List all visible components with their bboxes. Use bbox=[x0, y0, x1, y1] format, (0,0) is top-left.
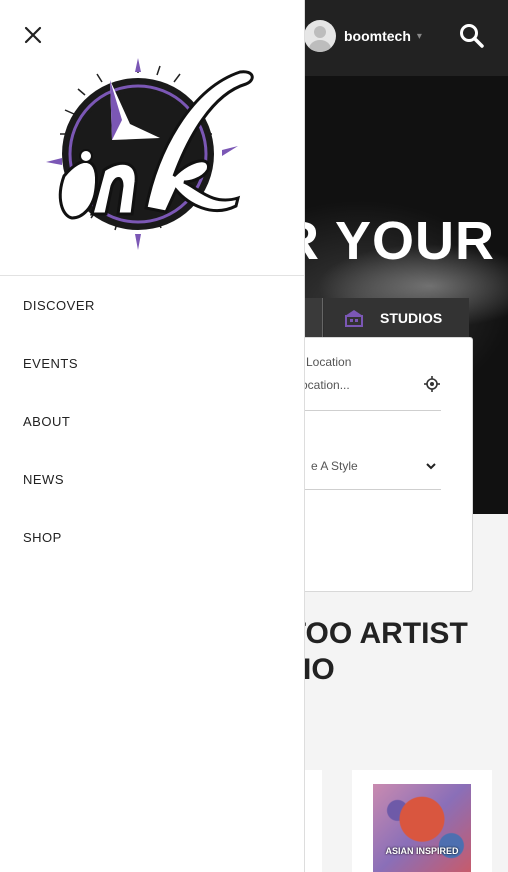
building-icon bbox=[345, 310, 363, 327]
search-card: Location ocation... e A Style bbox=[290, 337, 473, 592]
menu-item-events[interactable]: EVENTS bbox=[0, 334, 304, 392]
location-label: Location bbox=[306, 355, 352, 369]
menu-item-shop[interactable]: SHOP bbox=[0, 508, 304, 566]
drawer-menu: DISCOVER EVENTS ABOUT NEWS SHOP bbox=[0, 276, 304, 566]
tab-studios-label: STUDIOS bbox=[380, 310, 443, 326]
style-card-label: ASIAN INSPIRED bbox=[385, 846, 459, 856]
crosshair-icon[interactable] bbox=[424, 376, 440, 392]
style-thumbnail[interactable]: ASIAN INSPIRED bbox=[373, 784, 471, 872]
caret-down-icon: ▾ bbox=[416, 30, 422, 42]
divider bbox=[291, 410, 441, 411]
hero-title: R YOUR bbox=[280, 211, 496, 271]
nav-drawer: DISCOVER EVENTS ABOUT NEWS SHOP bbox=[0, 0, 305, 872]
chevron-down-icon[interactable] bbox=[424, 459, 438, 473]
tab-studios[interactable]: STUDIOS bbox=[324, 298, 469, 338]
username: boomtech bbox=[344, 28, 411, 44]
menu-item-discover[interactable]: DISCOVER bbox=[0, 276, 304, 334]
style-card[interactable]: ASIAN INSPIRED bbox=[352, 770, 492, 872]
ink-logo bbox=[46, 58, 254, 250]
user-menu[interactable]: boomtech ▾ bbox=[304, 20, 422, 52]
location-input[interactable]: ocation... bbox=[301, 378, 441, 392]
menu-item-about[interactable]: ABOUT bbox=[0, 392, 304, 450]
close-icon[interactable] bbox=[23, 25, 43, 45]
divider bbox=[291, 489, 441, 490]
style-select[interactable]: e A Style bbox=[311, 459, 358, 473]
tab-artists-partial[interactable] bbox=[304, 298, 323, 338]
menu-item-news[interactable]: NEWS bbox=[0, 450, 304, 508]
avatar bbox=[304, 20, 336, 52]
search-icon[interactable] bbox=[458, 22, 486, 50]
